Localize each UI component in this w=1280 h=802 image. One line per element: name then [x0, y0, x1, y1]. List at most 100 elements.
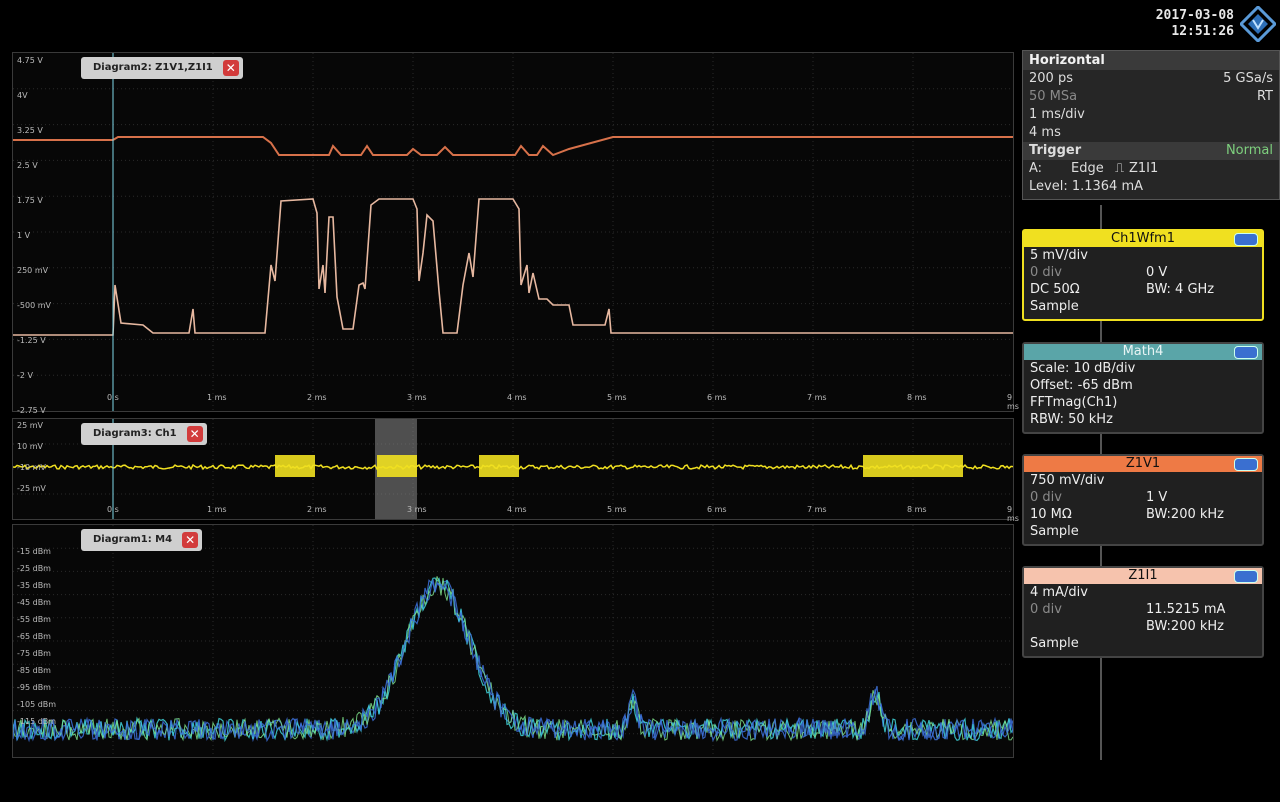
ch1-trace — [13, 455, 1013, 477]
z1v1-offset-value: 1 V — [1146, 490, 1168, 505]
horizontal-title: Horizontal — [1023, 51, 1279, 70]
y-axis-label: -2.75 V — [17, 406, 46, 415]
y-axis-label: -10 mV — [17, 463, 46, 472]
date-text: 2017-03-08 — [1155, 8, 1234, 23]
y-axis-label: -55 dBm — [17, 615, 51, 624]
close-icon[interactable]: ✕ — [222, 60, 239, 76]
trigger-mode: Normal — [1225, 143, 1273, 158]
fft-trace-line — [13, 579, 1013, 743]
x-axis-label: 8 ms — [907, 505, 927, 514]
math4-scale: Scale: 10 dB/div — [1030, 361, 1136, 376]
minimize-button[interactable] — [1234, 233, 1258, 246]
x-axis-label: 5 ms — [607, 505, 627, 514]
y-axis-label: -95 dBm — [17, 683, 51, 692]
diagram1-plot — [13, 525, 1013, 757]
y-axis-label: 2.5 V — [17, 161, 38, 170]
y-axis-label: -25 dBm — [17, 564, 51, 573]
minimize-button[interactable] — [1234, 346, 1258, 359]
y-axis-label: -15 dBm — [17, 547, 51, 556]
sample-rate-value: 5 GSa/s — [1223, 71, 1273, 86]
close-icon[interactable]: ✕ — [182, 532, 199, 548]
ch1-offset-div: 0 div — [1030, 265, 1062, 280]
y-axis-label: 250 mV — [17, 266, 49, 275]
acquisition-mode: RT — [1256, 89, 1273, 104]
time-scale-value: 1 ms/div — [1029, 107, 1085, 122]
trigger-title: Trigger — [1029, 143, 1082, 158]
z1v1-scale: 750 mV/div — [1030, 473, 1105, 488]
brand-logo-icon — [1240, 6, 1276, 42]
y-axis-label: -85 dBm — [17, 666, 51, 675]
z1i1-bandwidth: BW:200 kHz — [1146, 619, 1224, 634]
fft-trace — [13, 576, 1013, 743]
diagram3-tab-label: Diagram3: Ch1 — [93, 428, 177, 439]
y-axis-label: -45 dBm — [17, 598, 51, 607]
minimize-button[interactable] — [1234, 458, 1258, 471]
y-axis-label: -2 V — [17, 371, 33, 380]
ch1-acquisition: Sample — [1030, 299, 1079, 314]
time-text: 12:51:26 — [1171, 24, 1234, 39]
date-time: 2017-03-08 12:51:26 — [1156, 8, 1234, 40]
horizontal-panel[interactable]: Horizontal 200 ps 5 GSa/s 50 MSa RT 1 ms… — [1022, 50, 1280, 200]
ch1-burst — [863, 455, 963, 477]
trigger-level: Level: 1.1364 mA — [1029, 179, 1144, 194]
x-axis-label: 2 ms — [307, 505, 327, 514]
y-axis-label: -1.25 V — [17, 336, 46, 345]
z1i1-signal-box[interactable]: Z1I1 4 mA/div 0 div 11.5215 mA BW:200 kH… — [1022, 566, 1264, 658]
x-axis-label: 0 s — [107, 505, 119, 514]
y-axis-label: 10 mV — [17, 442, 43, 451]
diagram2-tab-label: Diagram2: Z1V1,Z1I1 — [93, 62, 213, 73]
x-axis-label: 4 ms — [507, 393, 527, 402]
ch1-offset-value: 0 V — [1146, 265, 1168, 280]
math4-rbw: RBW: 50 kHz — [1030, 412, 1113, 427]
x-axis-label: 9 ms — [1007, 505, 1019, 523]
diagram2-tab[interactable]: Diagram2: Z1V1,Z1I1 ✕ — [81, 57, 243, 79]
z1i1-acquisition: Sample — [1030, 636, 1079, 651]
x-axis-label: 7 ms — [807, 505, 827, 514]
x-axis-label: 3 ms — [407, 393, 427, 402]
diagram2-panel[interactable]: Diagram2: Z1V1,Z1I1 ✕ 4.75 V 4V 3.25 V 2.5 … — [12, 52, 1019, 415]
z1i1-title: Z1I1 — [1128, 568, 1158, 583]
ch1-coupling: DC 50Ω — [1030, 282, 1080, 297]
diagram1-tab-label: Diagram1: M4 — [93, 534, 173, 545]
z1v1-offset-div: 0 div — [1030, 490, 1062, 505]
trigger-type: Edge — [1071, 161, 1104, 176]
z1v1-acquisition: Sample — [1030, 524, 1079, 539]
record-length-value: 50 MSa — [1029, 89, 1078, 104]
z1i1-offset-value: 11.5215 mA — [1146, 602, 1226, 617]
ch1-signal-box[interactable]: Ch1Wfm1 5 mV/div 0 div 0 V DC 50Ω BW: 4 … — [1022, 229, 1264, 321]
diagram3-panel[interactable]: Diagram3: Ch1 ✕ 25 mV 10 mV -10 mV -25 mV 0… — [12, 418, 1019, 523]
close-icon[interactable]: ✕ — [186, 426, 203, 442]
x-axis-label: 9 ms — [1007, 393, 1019, 411]
z1i1-offset-div: 0 div — [1030, 602, 1062, 617]
minimize-button[interactable] — [1234, 570, 1258, 583]
math4-signal-box[interactable]: Math4 Scale: 10 dB/div Offset: -65 dBm F… — [1022, 342, 1264, 434]
y-axis-label: 25 mV — [17, 421, 43, 430]
y-axis-label: 4.75 V — [17, 56, 43, 65]
diagram1-tab[interactable]: Diagram1: M4 ✕ — [81, 529, 203, 551]
fft-trace-line — [13, 576, 1013, 742]
x-axis-label: 0 s — [107, 393, 119, 402]
math4-function: FFTmag(Ch1) — [1030, 395, 1118, 410]
ch1-title: Ch1Wfm1 — [1111, 231, 1175, 246]
resolution-value: 200 ps — [1029, 71, 1073, 86]
trigger-source-prefix: A: — [1029, 161, 1043, 176]
fft-trace-line — [13, 579, 1013, 743]
y-axis-label: 1 V — [17, 231, 31, 240]
diagram3-tab[interactable]: Diagram3: Ch1 ✕ — [81, 423, 207, 445]
z1i1-scale: 4 mA/div — [1030, 585, 1088, 600]
math4-title: Math4 — [1122, 344, 1164, 359]
y-axis-label: -500 mV — [17, 301, 51, 310]
ch1-burst — [377, 455, 417, 477]
acquisition-time-value: 4 ms — [1029, 125, 1061, 140]
y-axis-label: -65 dBm — [17, 632, 51, 641]
y-axis-label: -115 dBm — [17, 717, 57, 726]
z1v1-bandwidth: BW:200 kHz — [1146, 507, 1224, 522]
z1v1-signal-box[interactable]: Z1V1 750 mV/div 0 div 1 V 10 MΩ BW:200 k… — [1022, 454, 1264, 546]
x-axis-label: 8 ms — [907, 393, 927, 402]
y-axis-label: -105 dBm — [17, 700, 57, 709]
x-axis-label: 4 ms — [507, 505, 527, 514]
diagram1-panel[interactable]: Diagram1: M4 ✕ -15 dBm -25 dBm -35 dBm -45 … — [12, 524, 1014, 758]
x-axis-label: 3 ms — [407, 505, 427, 514]
x-axis-label: 1 ms — [207, 505, 227, 514]
y-axis-label: 1.75 V — [17, 196, 43, 205]
